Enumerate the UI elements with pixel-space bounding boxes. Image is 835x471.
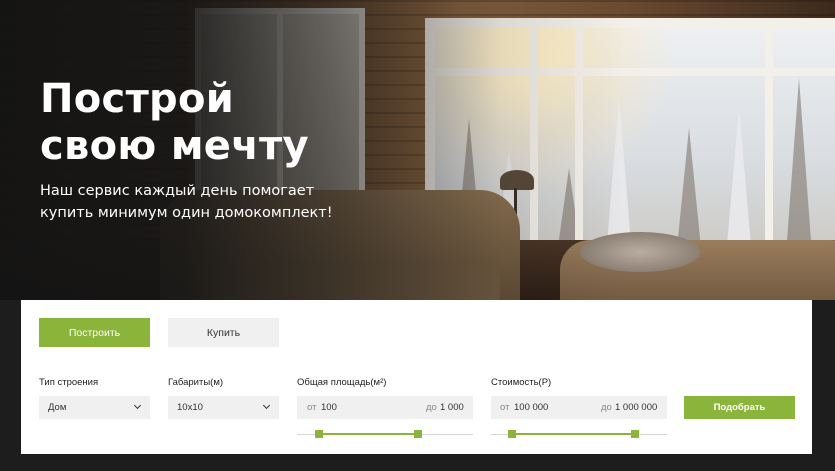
price-from-prefix: от — [500, 402, 510, 413]
price-to-prefix: до — [601, 402, 612, 413]
building-type-label: Тип строения — [39, 377, 99, 388]
chevron-down-icon — [262, 401, 271, 410]
area-slider-min-handle[interactable] — [315, 430, 323, 438]
area-slider-fill — [319, 433, 417, 435]
area-slider-max-handle[interactable] — [414, 430, 422, 438]
hero-title: Построй свою мечту — [40, 76, 309, 170]
price-slider[interactable] — [491, 430, 667, 438]
price-to-value[interactable]: 1 000 000 — [615, 402, 657, 413]
submit-button[interactable]: Подобрать — [684, 396, 795, 419]
dimensions-value: 10x10 — [177, 402, 203, 413]
price-slider-max-handle[interactable] — [631, 430, 639, 438]
area-from-prefix: от — [307, 402, 317, 413]
price-slider-min-handle[interactable] — [508, 430, 516, 438]
price-slider-fill — [512, 433, 635, 435]
hero-subtitle-line: купить минимум один домокомплект! — [40, 205, 333, 221]
area-range-input[interactable]: от 100 до 1 000 — [297, 396, 473, 419]
price-from-value[interactable]: 100 000 — [514, 402, 548, 413]
area-to-value[interactable]: 1 000 — [440, 402, 464, 413]
area-label: Общая площадь(м²) — [297, 377, 387, 388]
hero-subtitle-line: Наш сервис каждый день помогает — [40, 183, 315, 199]
price-label: Стоимость(Р) — [491, 377, 552, 388]
area-from-value[interactable]: 100 — [321, 402, 337, 413]
building-type-value: Дом — [48, 402, 67, 413]
search-card: Построить Купить Тип строения Дом Габари… — [21, 300, 812, 454]
building-type-select[interactable]: Дом — [39, 396, 150, 419]
dimensions-label: Габариты(м) — [168, 377, 224, 388]
tab-buy[interactable]: Купить — [168, 318, 279, 347]
hero-title-line: Построй — [40, 76, 235, 122]
area-slider[interactable] — [297, 430, 473, 438]
hero-subtitle: Наш сервис каждый день помогает купить м… — [40, 180, 333, 224]
hero-title-line: свою мечту — [40, 123, 309, 169]
price-range-input[interactable]: от 100 000 до 1 000 000 — [491, 396, 667, 419]
dimensions-select[interactable]: 10x10 — [168, 396, 279, 419]
chevron-down-icon — [133, 401, 142, 410]
area-to-prefix: до — [426, 402, 437, 413]
tab-build[interactable]: Построить — [39, 318, 150, 347]
hero-section: Построй свою мечту Наш сервис каждый ден… — [0, 0, 835, 300]
